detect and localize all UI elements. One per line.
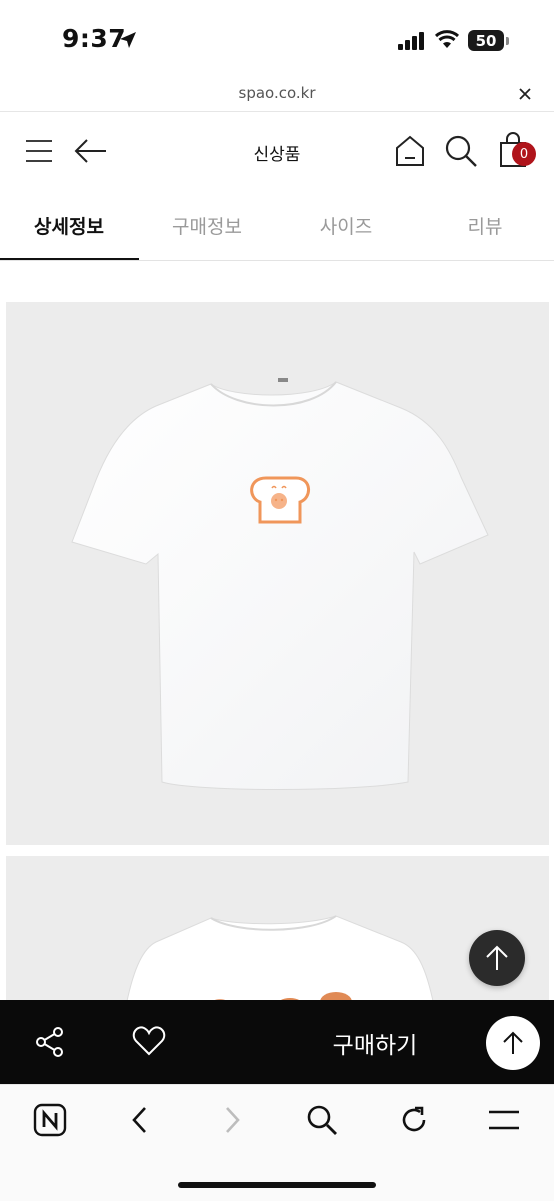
product-image-back[interactable]: [6, 856, 549, 1016]
forward-button[interactable]: [212, 1100, 252, 1140]
refresh-icon: [402, 1106, 426, 1132]
arrow-up-icon: [486, 945, 508, 970]
buy-button[interactable]: 구매하기: [300, 1026, 450, 1060]
naver-icon: [33, 1103, 67, 1137]
divider: [0, 260, 554, 261]
signal-icon: [398, 32, 424, 50]
close-icon[interactable]: [512, 84, 538, 106]
search-icon[interactable]: [444, 134, 478, 168]
tab-review[interactable]: 리뷰: [416, 212, 554, 242]
home-icon[interactable]: [394, 134, 426, 168]
cart-count-badge: 0: [512, 142, 536, 166]
divider: [0, 111, 554, 112]
tshirt-back-illustration: [121, 915, 437, 1016]
share-icon[interactable]: [34, 1026, 66, 1058]
url-text[interactable]: spao.co.kr: [0, 84, 554, 102]
tshirt-front-illustration: [71, 378, 489, 790]
purchase-bar: [0, 1000, 554, 1084]
heart-icon[interactable]: [132, 1025, 166, 1057]
battery-nub: [506, 37, 509, 45]
back-button[interactable]: [120, 1100, 160, 1140]
search-button[interactable]: [302, 1100, 342, 1140]
home-indicator: [178, 1182, 376, 1188]
menu-icon: [489, 1110, 519, 1130]
status-time: 9:37: [62, 24, 127, 53]
browser-menu-button[interactable]: [484, 1100, 524, 1140]
tab-purchase-info[interactable]: 구매정보: [138, 212, 276, 242]
scroll-top-button-secondary[interactable]: [486, 1016, 540, 1070]
search-icon: [307, 1105, 337, 1135]
battery-indicator: 50: [468, 30, 504, 51]
refresh-button[interactable]: [394, 1100, 434, 1140]
wifi-icon: [434, 30, 460, 48]
tab-detail-info[interactable]: 상세정보: [0, 212, 138, 242]
chevron-left-icon: [132, 1107, 146, 1133]
tab-size[interactable]: 사이즈: [276, 212, 416, 242]
naver-home-button[interactable]: [30, 1100, 70, 1140]
location-arrow-icon: [120, 32, 136, 48]
arrow-up-icon: [503, 1031, 523, 1054]
scroll-top-button[interactable]: [469, 930, 525, 986]
product-image-front[interactable]: [6, 302, 549, 845]
toast-print-graphic: [250, 476, 310, 524]
chevron-right-icon: [226, 1107, 240, 1133]
